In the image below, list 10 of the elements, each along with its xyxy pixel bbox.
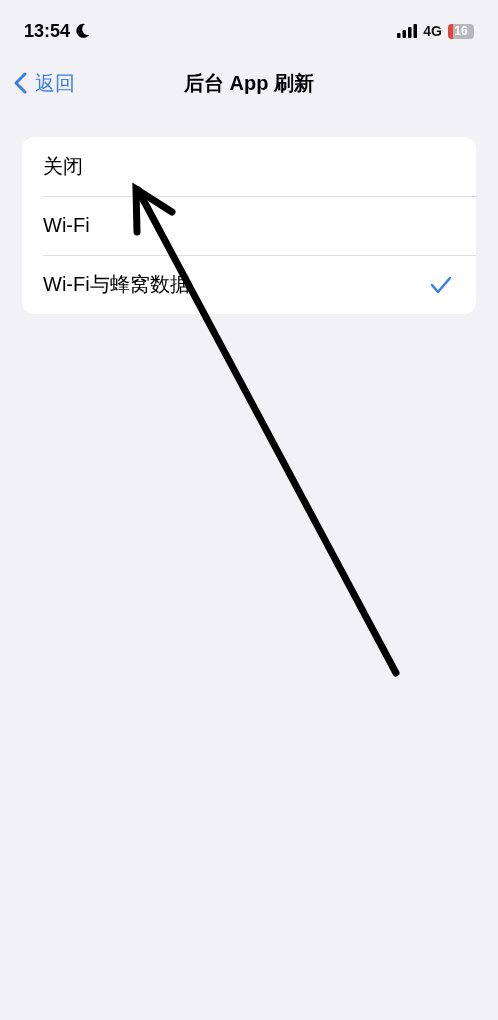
page-title: 后台 App 刷新 — [184, 70, 314, 96]
option-row[interactable]: Wi-Fi — [22, 196, 476, 255]
chevron-left-icon — [14, 72, 27, 94]
moon-icon — [76, 23, 91, 39]
option-row[interactable]: 关闭 — [22, 137, 476, 196]
battery-icon: 16 — [448, 23, 474, 39]
network-label: 4G — [423, 23, 442, 39]
signal-icon — [397, 24, 418, 38]
status-time: 13:54 — [24, 20, 71, 42]
back-button[interactable]: 返回 — [10, 61, 79, 105]
